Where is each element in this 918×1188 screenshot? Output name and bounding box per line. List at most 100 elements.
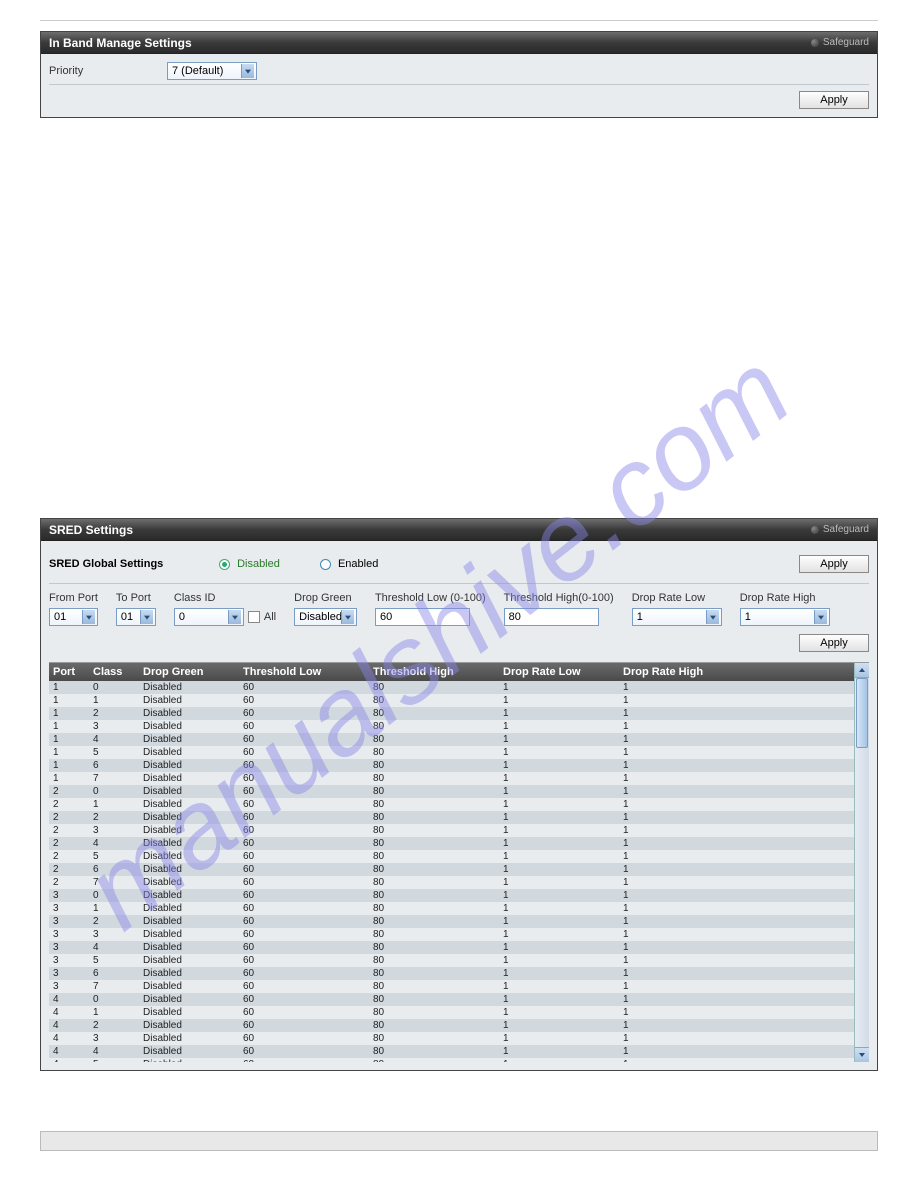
col-drop-green: Drop Green xyxy=(139,666,239,678)
cell-threshold-high: 80 xyxy=(369,682,499,693)
cell-class: 7 xyxy=(89,877,139,888)
cell-drop-rate-low: 1 xyxy=(499,838,619,849)
cell-threshold-low: 60 xyxy=(239,1007,369,1018)
drop-green-select[interactable]: Disabled xyxy=(294,608,357,626)
cell-drop-rate-low: 1 xyxy=(499,721,619,732)
cell-port: 2 xyxy=(49,825,89,836)
chevron-down-icon xyxy=(818,616,824,620)
cell-threshold-low: 60 xyxy=(239,864,369,875)
cell-class: 1 xyxy=(89,1007,139,1018)
cell-threshold-low: 60 xyxy=(239,968,369,979)
cell-class: 0 xyxy=(89,994,139,1005)
enabled-radio[interactable]: Enabled xyxy=(320,558,378,570)
cell-threshold-high: 80 xyxy=(369,890,499,901)
drop-rate-high-value: 1 xyxy=(745,611,751,623)
cell-drop-rate-low: 1 xyxy=(499,994,619,1005)
cell-port: 1 xyxy=(49,747,89,758)
all-checkbox[interactable] xyxy=(248,611,260,623)
cell-drop-green: Disabled xyxy=(139,695,239,706)
cell-class: 1 xyxy=(89,695,139,706)
arrow-up-icon xyxy=(859,668,865,672)
cell-class: 7 xyxy=(89,773,139,784)
cell-drop-rate-high: 1 xyxy=(619,903,854,914)
table-row: 30Disabled608011 xyxy=(49,889,854,902)
cell-drop-green: Disabled xyxy=(139,760,239,771)
priority-select[interactable]: 7 (Default) xyxy=(167,62,257,80)
cell-threshold-high: 80 xyxy=(369,929,499,940)
cell-threshold-high: 80 xyxy=(369,877,499,888)
cell-threshold-low: 60 xyxy=(239,851,369,862)
apply-filter-button[interactable]: Apply xyxy=(799,634,869,652)
scrollbar[interactable] xyxy=(854,663,869,1062)
cell-threshold-high: 80 xyxy=(369,786,499,797)
to-port-select[interactable]: 01 xyxy=(116,608,156,626)
cell-threshold-high: 80 xyxy=(369,916,499,927)
col-drop-rate-low: Drop Rate Low xyxy=(499,666,619,678)
threshold-high-input[interactable]: 80 xyxy=(504,608,599,626)
cell-port: 1 xyxy=(49,734,89,745)
scroll-thumb[interactable] xyxy=(856,678,868,748)
table-row: 32Disabled608011 xyxy=(49,915,854,928)
cell-drop-rate-low: 1 xyxy=(499,968,619,979)
cell-port: 2 xyxy=(49,838,89,849)
table-row: 14Disabled608011 xyxy=(49,733,854,746)
chevron-down-icon xyxy=(144,616,150,620)
cell-drop-rate-high: 1 xyxy=(619,1059,854,1062)
cell-threshold-low: 60 xyxy=(239,877,369,888)
table-row: 45Disabled608011 xyxy=(49,1058,854,1062)
cell-drop-green: Disabled xyxy=(139,955,239,966)
apply-global-button[interactable]: Apply xyxy=(799,555,869,573)
cell-port: 1 xyxy=(49,760,89,771)
table-row: 33Disabled608011 xyxy=(49,928,854,941)
cell-drop-rate-low: 1 xyxy=(499,695,619,706)
apply-label: Apply xyxy=(820,558,848,570)
cell-threshold-high: 80 xyxy=(369,981,499,992)
cell-port: 2 xyxy=(49,851,89,862)
cell-class: 3 xyxy=(89,825,139,836)
scroll-down-button[interactable] xyxy=(855,1047,869,1062)
drop-rate-high-label: Drop Rate High xyxy=(740,592,830,604)
cell-class: 3 xyxy=(89,929,139,940)
cell-drop-rate-low: 1 xyxy=(499,903,619,914)
cell-threshold-low: 60 xyxy=(239,1046,369,1057)
scroll-up-button[interactable] xyxy=(855,663,869,678)
drop-green-value: Disabled xyxy=(299,611,342,623)
drop-rate-high-select[interactable]: 1 xyxy=(740,608,830,626)
class-id-select[interactable]: 0 xyxy=(174,608,244,626)
table-row: 15Disabled608011 xyxy=(49,746,854,759)
cell-threshold-low: 60 xyxy=(239,903,369,914)
col-port: Port xyxy=(49,666,89,678)
cell-threshold-low: 60 xyxy=(239,786,369,797)
table-row: 35Disabled608011 xyxy=(49,954,854,967)
priority-row: Priority 7 (Default) xyxy=(49,60,869,85)
table-row: 21Disabled608011 xyxy=(49,798,854,811)
cell-threshold-low: 60 xyxy=(239,773,369,784)
cell-port: 4 xyxy=(49,994,89,1005)
cell-port: 3 xyxy=(49,903,89,914)
cell-threshold-low: 60 xyxy=(239,825,369,836)
cell-port: 3 xyxy=(49,942,89,953)
cell-threshold-high: 80 xyxy=(369,1020,499,1031)
from-port-select[interactable]: 01 xyxy=(49,608,98,626)
cell-drop-green: Disabled xyxy=(139,877,239,888)
drop-rate-low-label: Drop Rate Low xyxy=(632,592,722,604)
cell-port: 2 xyxy=(49,864,89,875)
to-port-value: 01 xyxy=(121,611,133,623)
cell-drop-green: Disabled xyxy=(139,1033,239,1044)
disabled-radio[interactable]: Disabled xyxy=(219,558,280,570)
panel-title: In Band Manage Settings xyxy=(49,36,192,50)
cell-drop-green: Disabled xyxy=(139,708,239,719)
cell-threshold-high: 80 xyxy=(369,825,499,836)
cell-port: 4 xyxy=(49,1020,89,1031)
apply-button[interactable]: Apply xyxy=(799,91,869,109)
cell-threshold-high: 80 xyxy=(369,695,499,706)
drop-rate-low-select[interactable]: 1 xyxy=(632,608,722,626)
threshold-low-input[interactable]: 60 xyxy=(375,608,470,626)
cell-class: 7 xyxy=(89,981,139,992)
table-row: 40Disabled608011 xyxy=(49,993,854,1006)
cell-port: 1 xyxy=(49,721,89,732)
cell-threshold-high: 80 xyxy=(369,747,499,758)
cell-drop-rate-low: 1 xyxy=(499,708,619,719)
enabled-radio-label: Enabled xyxy=(338,558,378,570)
cell-drop-green: Disabled xyxy=(139,682,239,693)
